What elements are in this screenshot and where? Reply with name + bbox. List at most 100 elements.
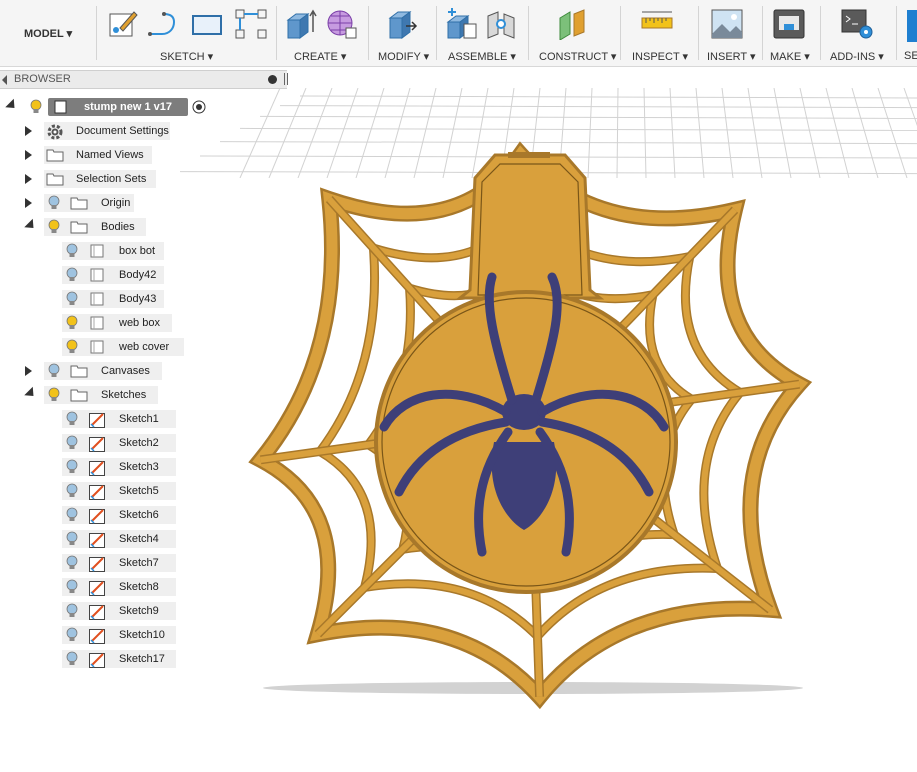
joint-icon[interactable] [484,8,518,40]
extrude-icon[interactable] [284,8,318,40]
visibility-bulb-icon[interactable] [66,315,78,331]
select-menu[interactable]: SE [904,50,917,62]
folder-icon [70,197,88,210]
visibility-bulb-icon[interactable] [48,195,60,211]
expand-arrow-icon[interactable] [25,198,32,208]
make-group[interactable]: MAKE ▾ [764,0,818,66]
modify-menu[interactable]: MODIFY ▾ [378,50,429,63]
construct-group[interactable]: CONSTRUCT ▾ [532,0,618,66]
insert-group[interactable]: INSERT ▾ [700,0,760,66]
visibility-bulb-icon[interactable] [66,555,78,571]
measure-icon[interactable] [640,8,674,40]
browser-node[interactable]: Sketch10 [0,626,200,644]
browser-node[interactable]: Sketch9 [0,602,200,620]
workspace-dropdown[interactable]: MODEL ▾ [24,27,72,40]
browser-node[interactable]: Sketch4 [0,530,200,548]
grid-line [413,88,437,178]
rectangle-icon[interactable] [190,8,224,40]
browser-node[interactable]: web box [0,314,200,332]
browser-node[interactable]: Sketch17 [0,650,200,668]
visibility-bulb-icon[interactable] [66,579,78,595]
visibility-bulb-icon[interactable] [66,435,78,451]
browser-node[interactable]: Selection Sets [0,170,200,188]
offset-plane-icon[interactable] [556,8,590,40]
browser-node[interactable]: Sketch2 [0,434,200,452]
visibility-bulb-icon[interactable] [66,291,78,307]
visibility-bulb-icon[interactable] [66,339,78,355]
insert-menu[interactable]: INSERT ▾ [707,50,756,63]
browser-node[interactable]: Sketch5 [0,482,200,500]
browser-node[interactable]: Origin [0,194,200,212]
visibility-bulb-icon[interactable] [66,243,78,259]
browser-node-label: box bot [119,245,156,257]
assemble-menu[interactable]: ASSEMBLE ▾ [448,50,516,63]
visibility-bulb-icon[interactable] [66,459,78,475]
sketch-group[interactable]: SKETCH ▾ [100,0,272,66]
inspect-group[interactable]: INSPECT ▾ [624,0,696,66]
expand-arrow-icon[interactable] [25,150,32,160]
visibility-bulb-icon[interactable] [66,507,78,523]
new-component-icon[interactable] [444,8,478,40]
collapse-arrow-icon[interactable] [24,218,38,233]
browser-node[interactable]: Sketches [0,386,200,404]
visibility-bulb-icon[interactable] [66,411,78,427]
3d-print-icon[interactable] [772,8,806,40]
visibility-bulb-icon[interactable] [66,651,78,667]
pin-icon[interactable] [284,73,288,85]
select-group[interactable]: SE [898,0,917,66]
browser-node[interactable]: web cover [0,338,200,356]
visibility-bulb-icon[interactable] [48,363,60,379]
make-menu[interactable]: MAKE ▾ [770,50,810,63]
browser-node[interactable]: Sketch6 [0,506,200,524]
browser-node[interactable]: Body42 [0,266,200,284]
create-group[interactable]: CREATE ▾ [280,0,366,66]
toolbar-divider [698,6,699,60]
modify-group[interactable]: MODIFY ▾ [372,0,432,66]
browser-node[interactable]: Sketch1 [0,410,200,428]
project-icon[interactable] [234,8,268,40]
inspect-menu[interactable]: INSPECT ▾ [632,50,688,63]
add-ins-group[interactable]: ADD-INS ▾ [824,0,894,66]
browser-node[interactable]: Named Views [0,146,200,164]
browser-node[interactable]: Sketch8 [0,578,200,596]
visibility-bulb-icon[interactable] [48,219,60,235]
browser-node[interactable]: Sketch3 [0,458,200,476]
body-icon [90,340,104,354]
visibility-bulb-icon[interactable] [66,267,78,283]
expand-arrow-icon[interactable] [25,126,32,136]
visibility-bulb-icon[interactable] [66,603,78,619]
visibility-bulb-icon[interactable] [66,627,78,643]
browser-node[interactable]: Body43 [0,290,200,308]
minimize-icon[interactable] [268,75,277,84]
insert-image-icon[interactable] [710,8,744,40]
root-component[interactable]: stump new 1 v17 [0,98,210,116]
visibility-bulb-icon[interactable] [48,387,60,403]
collapse-arrow-icon[interactable] [24,386,38,401]
browser-node[interactable]: Document Settings [0,122,200,140]
browser-node[interactable]: box bot [0,242,200,260]
visibility-bulb-icon[interactable] [30,99,42,115]
create-menu[interactable]: CREATE ▾ [294,50,346,63]
browser-node[interactable]: Sketch7 [0,554,200,572]
expand-arrow-icon[interactable] [25,174,32,184]
viewport-canvas[interactable] [0,88,917,772]
construct-menu[interactable]: CONSTRUCT ▾ [539,50,616,63]
sketch-menu[interactable]: SKETCH ▾ [160,50,213,63]
expand-arrow-icon[interactable] [25,366,32,376]
visibility-bulb-icon[interactable] [66,531,78,547]
visibility-bulb-icon[interactable] [66,483,78,499]
scripts-icon[interactable] [840,8,874,40]
press-pull-icon[interactable] [384,8,418,40]
assemble-group[interactable]: ASSEMBLE ▾ [440,0,526,66]
browser-node[interactable]: Canvases [0,362,200,380]
select-icon[interactable] [907,10,917,42]
collapse-browser-icon[interactable] [2,75,7,85]
browser-node[interactable]: Bodies [0,218,200,236]
line-icon[interactable] [146,8,180,40]
add-ins-menu[interactable]: ADD-INS ▾ [830,50,884,63]
activate-radio-icon[interactable] [192,100,206,114]
create-sketch-icon[interactable] [106,8,140,40]
grid-line [695,88,705,178]
expand-arrow-icon[interactable] [5,98,19,113]
form-icon[interactable] [324,8,358,40]
